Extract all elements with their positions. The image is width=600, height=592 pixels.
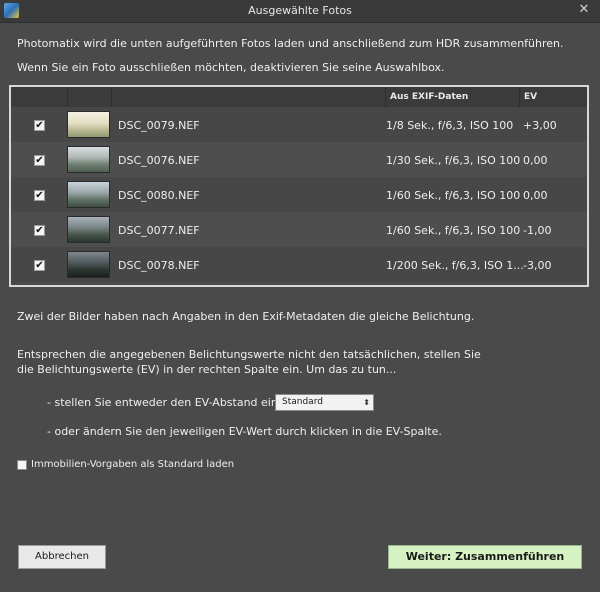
table-row[interactable]: ✔ DSC_0078.NEF 1/200 Sek., f/6,3, ISO 1.… [11,247,587,282]
include-checkbox[interactable]: ✔ [34,225,45,236]
filename: DSC_0076.NEF [118,154,200,167]
window-title: Ausgewählte Fotos [248,4,352,17]
updown-arrow-icon: ⬍ [363,398,370,407]
photo-thumbnail [67,111,110,138]
photo-thumbnail [67,251,110,278]
photo-thumbnail [67,216,110,243]
merge-next-button[interactable]: Weiter: Zusammenführen [388,545,582,569]
real-estate-checkbox[interactable] [17,460,27,470]
header-thumb-col [67,87,111,107]
exif-info: 1/8 Sek., f/6,3, ISO 100 [386,119,514,132]
filename: DSC_0078.NEF [118,259,200,272]
exif-info: 1/60 Sek., f/6,3, ISO 100 [386,224,521,237]
intro-line-1: Photomatix wird die unten aufgeführten F… [17,37,564,50]
close-icon[interactable]: ✕ [576,2,592,18]
include-checkbox[interactable]: ✔ [34,260,45,271]
table-row[interactable]: ✔ DSC_0076.NEF 1/30 Sek., f/6,3, ISO 100… [11,142,587,177]
cancel-button[interactable]: Abbrechen [18,545,106,569]
table-row[interactable]: ✔ DSC_0077.NEF 1/60 Sek., f/6,3, ISO 100… [11,212,587,247]
include-checkbox[interactable]: ✔ [34,120,45,131]
include-checkbox[interactable]: ✔ [34,190,45,201]
photo-thumbnail [67,146,110,173]
instruction-line-2: die Belichtungswerte (EV) in der rechten… [17,363,397,376]
header-check-col [11,87,67,107]
header-filename-col [111,87,385,107]
filename: DSC_0079.NEF [118,119,200,132]
ev-value[interactable]: +3,00 [523,119,557,132]
option-ev-column-label: - oder ändern Sie den jeweiligen EV-Wert… [47,425,442,438]
table-row[interactable]: ✔ DSC_0079.NEF 1/8 Sek., f/6,3, ISO 100 … [11,107,587,142]
ev-value[interactable]: -3,00 [523,259,551,272]
ev-spacing-select[interactable]: Standard ⬍ [275,394,374,411]
same-exposure-note: Zwei der Bilder haben nach Angaben in de… [17,310,475,323]
exif-info: 1/200 Sek., f/6,3, ISO 1... [386,259,524,272]
filename: DSC_0077.NEF [118,224,200,237]
ev-spacing-value: Standard [282,397,323,407]
filename: DSC_0080.NEF [118,189,200,202]
title-bar: Ausgewählte Fotos ✕ [0,0,600,23]
ev-value[interactable]: 0,00 [523,154,548,167]
real-estate-label[interactable]: Immobilien-Vorgaben als Standard laden [31,459,234,470]
exif-info: 1/60 Sek., f/6,3, ISO 100 [386,189,521,202]
photo-thumbnail [67,181,110,208]
photo-table: Aus EXIF-Daten EV ✔ DSC_0079.NEF 1/8 Sek… [9,85,589,287]
table-header: Aus EXIF-Daten EV [11,87,587,107]
exif-info: 1/30 Sek., f/6,3, ISO 100 [386,154,521,167]
table-row[interactable]: ✔ DSC_0080.NEF 1/60 Sek., f/6,3, ISO 100… [11,177,587,212]
ev-value[interactable]: 0,00 [523,189,548,202]
option-ev-spacing-label: - stellen Sie entweder den EV-Abstand ei… [47,396,278,409]
ev-value[interactable]: -1,00 [523,224,551,237]
header-exif[interactable]: Aus EXIF-Daten [385,87,519,107]
include-checkbox[interactable]: ✔ [34,155,45,166]
intro-line-2: Wenn Sie ein Foto ausschließen möchten, … [17,61,445,74]
header-ev[interactable]: EV [519,87,587,107]
instruction-line-1: Entsprechen die angegebenen Belichtungsw… [17,348,481,361]
